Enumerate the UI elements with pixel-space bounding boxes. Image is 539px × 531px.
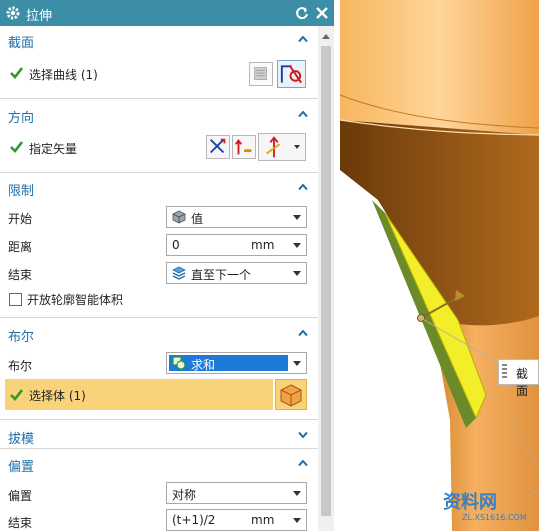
unite-icon (172, 356, 186, 370)
select-body-label[interactable]: 选择体 (1) (29, 387, 86, 404)
offset-dropdown[interactable]: 对称 (166, 482, 307, 504)
offset-end-value: (t+1)/2 (172, 513, 216, 527)
end-value: 直至下一个 (191, 268, 252, 282)
open-profile-label[interactable]: 开放轮廓智能体积 (27, 291, 123, 308)
divider (0, 448, 318, 449)
vector-type-dropdown[interactable] (258, 133, 306, 161)
chevron-up-icon[interactable] (298, 184, 308, 190)
chevron-up-icon[interactable] (298, 330, 308, 336)
sketch-icon (254, 67, 267, 80)
dropdown-arrow-icon (293, 243, 301, 248)
graphics-viewport[interactable] (334, 0, 539, 531)
reset-icon[interactable] (295, 5, 309, 21)
section-header-direction[interactable]: 方向 (0, 103, 318, 127)
checkmark-icon (10, 389, 23, 401)
dropdown-arrow-icon (294, 145, 300, 149)
dialog-content: 截面 选择曲线 (1) 方向 指定矢量 限制 开始 值 距离 0 mm 结束 直… (0, 26, 318, 531)
body-cube-icon (280, 384, 302, 407)
watermark-text: 资料网 (443, 492, 497, 513)
distance-input[interactable]: 0 mm (166, 234, 307, 256)
boolean-value: 求和 (191, 358, 216, 372)
offset-end-input[interactable]: (t+1)/2 mm (166, 509, 307, 531)
divider (0, 172, 318, 173)
section-header-draft[interactable]: 拔模 (0, 424, 318, 448)
dialog-scrollbar[interactable] (318, 26, 334, 531)
section-title-direction: 方向 (8, 111, 35, 126)
section-header-offset[interactable]: 偏置 (0, 452, 318, 476)
distance-unit: mm (251, 238, 275, 252)
boolean-label: 布尔 (8, 359, 33, 373)
inferred-vector-icon (266, 136, 281, 158)
gear-icon[interactable] (5, 5, 21, 21)
select-curve-label[interactable]: 选择曲线 (1) (29, 66, 98, 83)
boolean-dropdown[interactable]: 求和 (166, 352, 307, 374)
chevron-up-icon[interactable] (298, 36, 308, 42)
section-title-offset: 偏置 (8, 460, 35, 475)
start-label: 开始 (8, 212, 33, 226)
tooltip-text: 截面 (516, 367, 529, 398)
chevron-down-icon[interactable] (298, 432, 308, 438)
reverse-direction-button[interactable] (232, 135, 256, 159)
specify-vector-label[interactable]: 指定矢量 (29, 140, 77, 157)
section-header-limits[interactable]: 限制 (0, 176, 318, 200)
offset-label: 偏置 (8, 489, 33, 503)
dropdown-arrow-icon (293, 271, 301, 276)
end-label: 结束 (8, 268, 33, 282)
curve-select-button[interactable] (277, 60, 306, 88)
section-title-draft: 拔模 (8, 432, 35, 447)
selected-highlight (169, 355, 288, 371)
chevron-up-icon[interactable] (298, 111, 308, 117)
close-icon[interactable] (314, 5, 330, 21)
drag-handle-icon[interactable] (502, 364, 507, 380)
start-dropdown[interactable]: 值 (166, 206, 307, 228)
dropdown-arrow-icon (293, 215, 301, 220)
section-title-limits: 限制 (8, 184, 35, 199)
section-header-boolean[interactable]: 布尔 (0, 322, 318, 346)
end-dropdown[interactable]: 直至下一个 (166, 262, 307, 284)
checkmark-icon (10, 67, 23, 79)
section-title-boolean: 布尔 (8, 330, 35, 345)
scrollbar-thumb[interactable] (321, 46, 331, 516)
open-profile-checkbox[interactable] (9, 293, 22, 306)
select-body-button[interactable] (275, 379, 307, 410)
section-header-section[interactable]: 截面 (0, 28, 318, 52)
value-cube-icon (172, 210, 186, 224)
cylinder-rim (340, 0, 539, 135)
distance-label: 距离 (8, 240, 33, 254)
dropdown-arrow-icon (293, 518, 301, 523)
start-value: 值 (191, 212, 204, 226)
curve-icon (280, 64, 302, 84)
divider (0, 317, 318, 318)
watermark-url: ZL.XS1616.COM (462, 513, 527, 522)
offset-end-label: 结束 (8, 516, 33, 530)
checkmark-icon (10, 141, 23, 153)
dialog-title-bar: 拉伸 (0, 0, 334, 26)
divider (0, 98, 318, 99)
offset-value: 对称 (172, 488, 197, 502)
chevron-up-icon[interactable] (298, 460, 308, 466)
reverse-direction-icon (235, 139, 252, 155)
dropdown-arrow-icon (293, 491, 301, 496)
scroll-up-arrow-icon[interactable] (322, 34, 330, 39)
dropdown-arrow-icon (293, 361, 301, 366)
sketch-section-button[interactable] (249, 62, 273, 86)
offset-end-unit: mm (251, 513, 275, 527)
until-next-icon (172, 266, 186, 280)
vector-dialog-button[interactable] (206, 135, 230, 159)
model-view (334, 0, 539, 531)
divider (0, 419, 318, 420)
section-tooltip: 截面 (498, 359, 539, 398)
extrude-dialog: 拉伸 截面 选择曲线 (1) 方向 指定矢量 限制 开始 值 距离 0 mm 结… (0, 0, 334, 531)
distance-value: 0 (172, 238, 180, 252)
vector-cross-icon (210, 138, 226, 154)
dialog-title: 拉伸 (26, 9, 53, 24)
section-title-section: 截面 (8, 36, 35, 51)
